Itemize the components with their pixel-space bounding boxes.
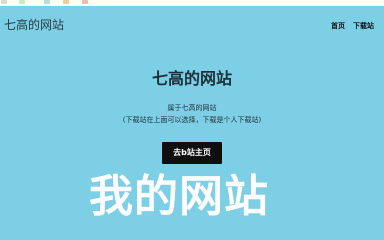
page: 七高的网站 首页 下载站 七高的网站 属于七高的网站 (下载站在上面可以选择，下…: [0, 0, 384, 216]
nav-link-home[interactable]: 首页: [331, 22, 345, 31]
hero-description: (下载站在上面可以选择，下载是个人下载站): [122, 116, 262, 124]
nav-links: 首页 下载站: [331, 22, 374, 31]
tab-favicon-icon: [19, 0, 25, 4]
tab-favicon-icon: [44, 0, 50, 4]
tab-favicon-icon: [82, 0, 88, 4]
tab-favicon-icon: [1, 0, 7, 4]
navbar: 七高的网站 首页 下载站: [0, 6, 384, 42]
nav-link-downloads[interactable]: 下载站: [353, 22, 374, 31]
tab-favicon-icon: [63, 0, 69, 4]
overlay-caption: 我的网站: [89, 171, 269, 217]
hero-section: 七高的网站 属于七高的网站 (下载站在上面可以选择，下载是个人下载站) 去b站主…: [0, 70, 384, 164]
bilibili-home-button[interactable]: 去b站主页: [162, 142, 222, 164]
hero-subtitle: 属于七高的网站: [167, 104, 217, 112]
hero-title: 七高的网站: [151, 69, 232, 88]
site-brand[interactable]: 七高的网站: [4, 18, 64, 32]
